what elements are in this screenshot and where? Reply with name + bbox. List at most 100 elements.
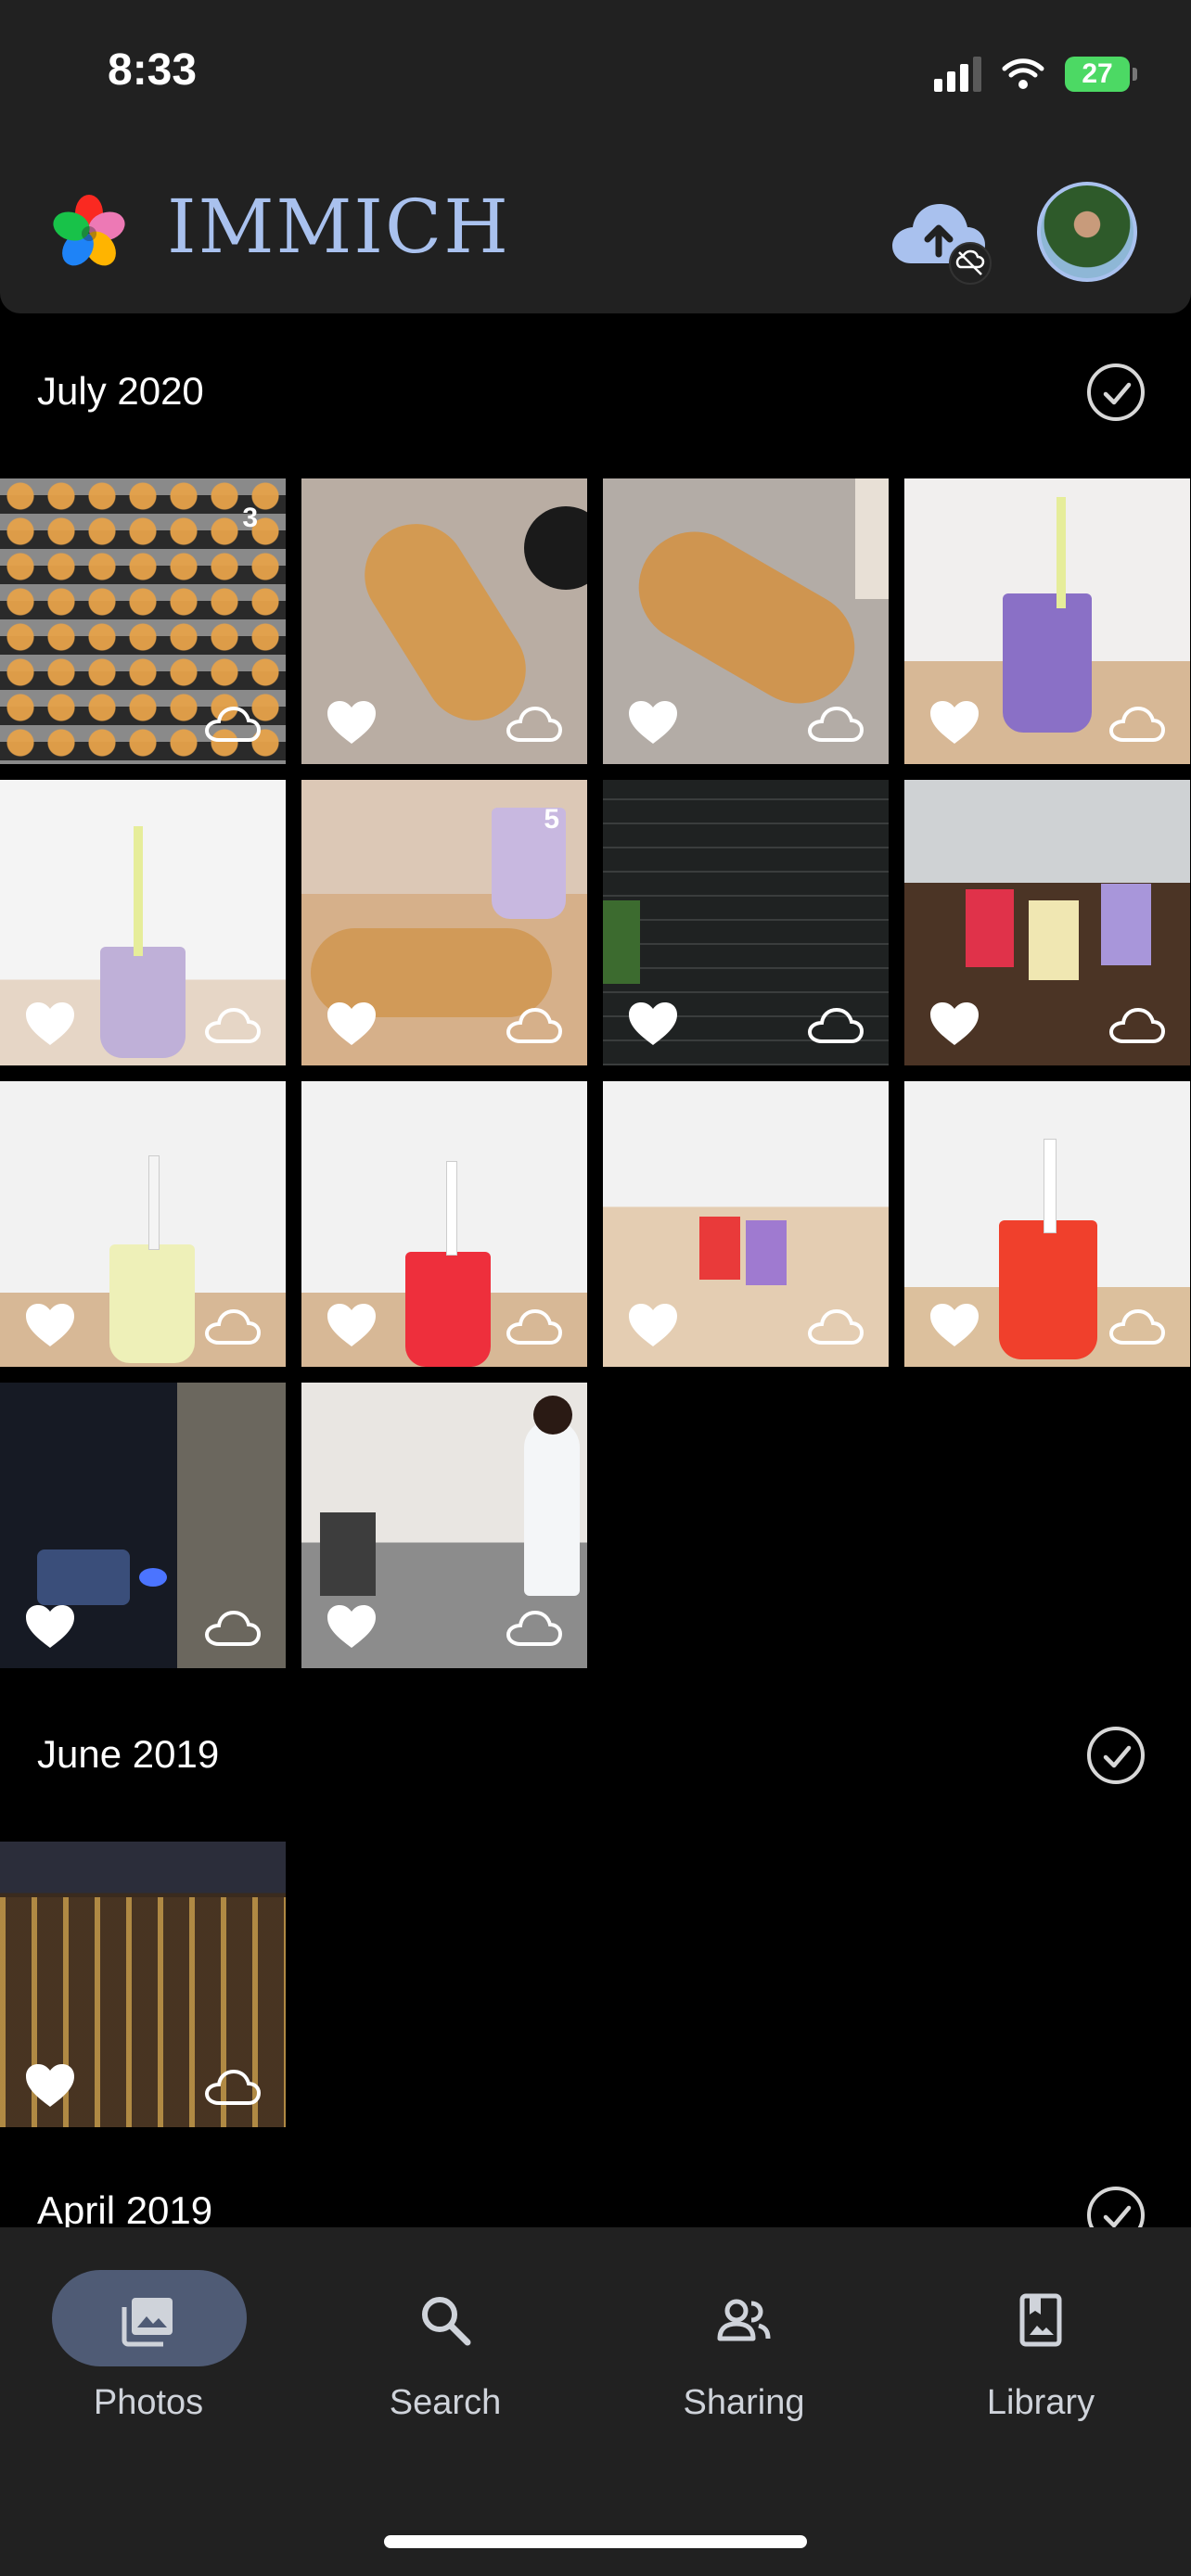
photo-content <box>1029 900 1079 980</box>
photo-tile[interactable] <box>0 1383 286 1668</box>
photo-tile[interactable] <box>904 478 1190 764</box>
photo-content <box>405 1252 491 1367</box>
photo-content <box>37 1549 130 1605</box>
heart-icon[interactable] <box>24 2062 76 2109</box>
check-icon <box>1098 375 1135 412</box>
heart-icon[interactable] <box>928 1302 980 1348</box>
nav-search-label: Search <box>389 2383 502 2422</box>
nav-photos[interactable]: Photos <box>46 2290 250 2423</box>
stack-count: 5 <box>544 804 559 835</box>
photo-content <box>109 1244 195 1363</box>
photo-content <box>855 478 889 599</box>
heart-icon[interactable] <box>326 699 378 746</box>
heart-icon[interactable] <box>928 1001 980 1047</box>
home-indicator[interactable] <box>384 2535 807 2548</box>
photo-content <box>100 947 186 1058</box>
photo-content <box>603 900 640 984</box>
photo-content <box>139 1568 167 1587</box>
heart-icon[interactable] <box>24 1001 76 1047</box>
battery-level: 27 <box>1082 58 1113 89</box>
nav-library[interactable]: Library <box>939 2290 1143 2423</box>
photo-content <box>134 826 143 956</box>
cellular-signal-icon <box>934 57 981 92</box>
photo-content <box>1057 497 1066 608</box>
app-header: 8:33 27 IMMICH <box>0 0 1191 313</box>
cloud-icon <box>204 705 262 744</box>
photo-content <box>746 1220 787 1285</box>
nav-sharing[interactable]: Sharing <box>642 2290 846 2423</box>
photo-content <box>966 889 1014 967</box>
photo-tile[interactable] <box>301 1081 587 1367</box>
heart-icon[interactable] <box>627 1001 679 1047</box>
select-all-july-2020[interactable] <box>1087 363 1145 421</box>
select-all-june-2019[interactable] <box>1087 1727 1145 1784</box>
heart-icon[interactable] <box>24 1603 76 1650</box>
nav-search[interactable]: Search <box>343 2290 547 2423</box>
photo-tile[interactable] <box>603 478 889 764</box>
nav-sharing-label: Sharing <box>683 2383 805 2422</box>
library-icon <box>1019 2293 1062 2347</box>
photo-tile[interactable] <box>904 1081 1190 1367</box>
heart-icon[interactable] <box>326 1302 378 1348</box>
photo-tile[interactable] <box>904 780 1190 1065</box>
sharing-icon <box>717 2299 771 2341</box>
cloud-icon <box>506 705 563 744</box>
status-time: 8:33 <box>108 45 198 95</box>
photo-content <box>1101 884 1151 965</box>
nav-library-label: Library <box>986 2383 1095 2422</box>
wifi-icon <box>1002 58 1044 89</box>
section-title-april-2019: April 2019 <box>37 2188 213 2232</box>
photo-tile[interactable] <box>0 780 286 1065</box>
stack-count: 3 <box>242 503 258 533</box>
photo-tile[interactable]: 3 <box>0 478 286 764</box>
photo-content <box>524 506 587 590</box>
cloud-icon <box>807 1006 864 1045</box>
cloud-icon <box>506 1006 563 1045</box>
cloud-icon <box>1108 1307 1166 1346</box>
battery-indicator: 27 <box>1065 57 1137 92</box>
photo-content <box>618 511 876 724</box>
app-brand: IMMICH <box>167 184 511 270</box>
cloud-icon <box>204 1006 262 1045</box>
check-icon <box>1098 1738 1135 1775</box>
section-title-june-2019: June 2019 <box>37 1732 220 1776</box>
photo-content <box>999 1220 1097 1359</box>
photo-content <box>320 1512 376 1596</box>
cloud-icon <box>506 1307 563 1346</box>
cloud-icon <box>204 1609 262 1648</box>
photo-tile[interactable] <box>301 1383 587 1668</box>
cloud-icon <box>807 705 864 744</box>
user-avatar[interactable] <box>1037 182 1137 282</box>
photo-content <box>1044 1139 1057 1233</box>
cloud-icon <box>807 1307 864 1346</box>
photo-tile[interactable] <box>0 1081 286 1367</box>
heart-icon[interactable] <box>24 1302 76 1348</box>
heart-icon[interactable] <box>627 1302 679 1348</box>
photo-tile[interactable] <box>301 478 587 764</box>
photo-content <box>1003 593 1092 733</box>
heart-icon[interactable] <box>928 699 980 746</box>
photo-tile[interactable]: 5 <box>301 780 587 1065</box>
immich-logo <box>53 195 125 266</box>
search-icon <box>422 2297 471 2346</box>
photos-icon <box>122 2298 173 2347</box>
photo-content <box>533 1396 572 1435</box>
cloud-icon <box>204 2068 262 2107</box>
cloud-icon <box>1108 705 1166 744</box>
photo-tile[interactable] <box>0 1842 286 2127</box>
photo-tile[interactable] <box>603 780 889 1065</box>
section-title-july-2020: July 2020 <box>37 369 204 413</box>
photo-content <box>699 1217 740 1280</box>
status-icons: 27 <box>934 54 1137 95</box>
photo-content <box>148 1155 160 1250</box>
heart-icon[interactable] <box>326 1603 378 1650</box>
photo-content <box>446 1161 457 1256</box>
cloud-upload-icon[interactable] <box>887 193 998 286</box>
heart-icon[interactable] <box>627 699 679 746</box>
photo-tile[interactable] <box>603 1081 889 1367</box>
cloud-icon <box>1108 1006 1166 1045</box>
cloud-icon <box>204 1307 262 1346</box>
cloud-icon <box>506 1609 563 1648</box>
heart-icon[interactable] <box>326 1001 378 1047</box>
nav-photos-label: Photos <box>93 2383 204 2422</box>
